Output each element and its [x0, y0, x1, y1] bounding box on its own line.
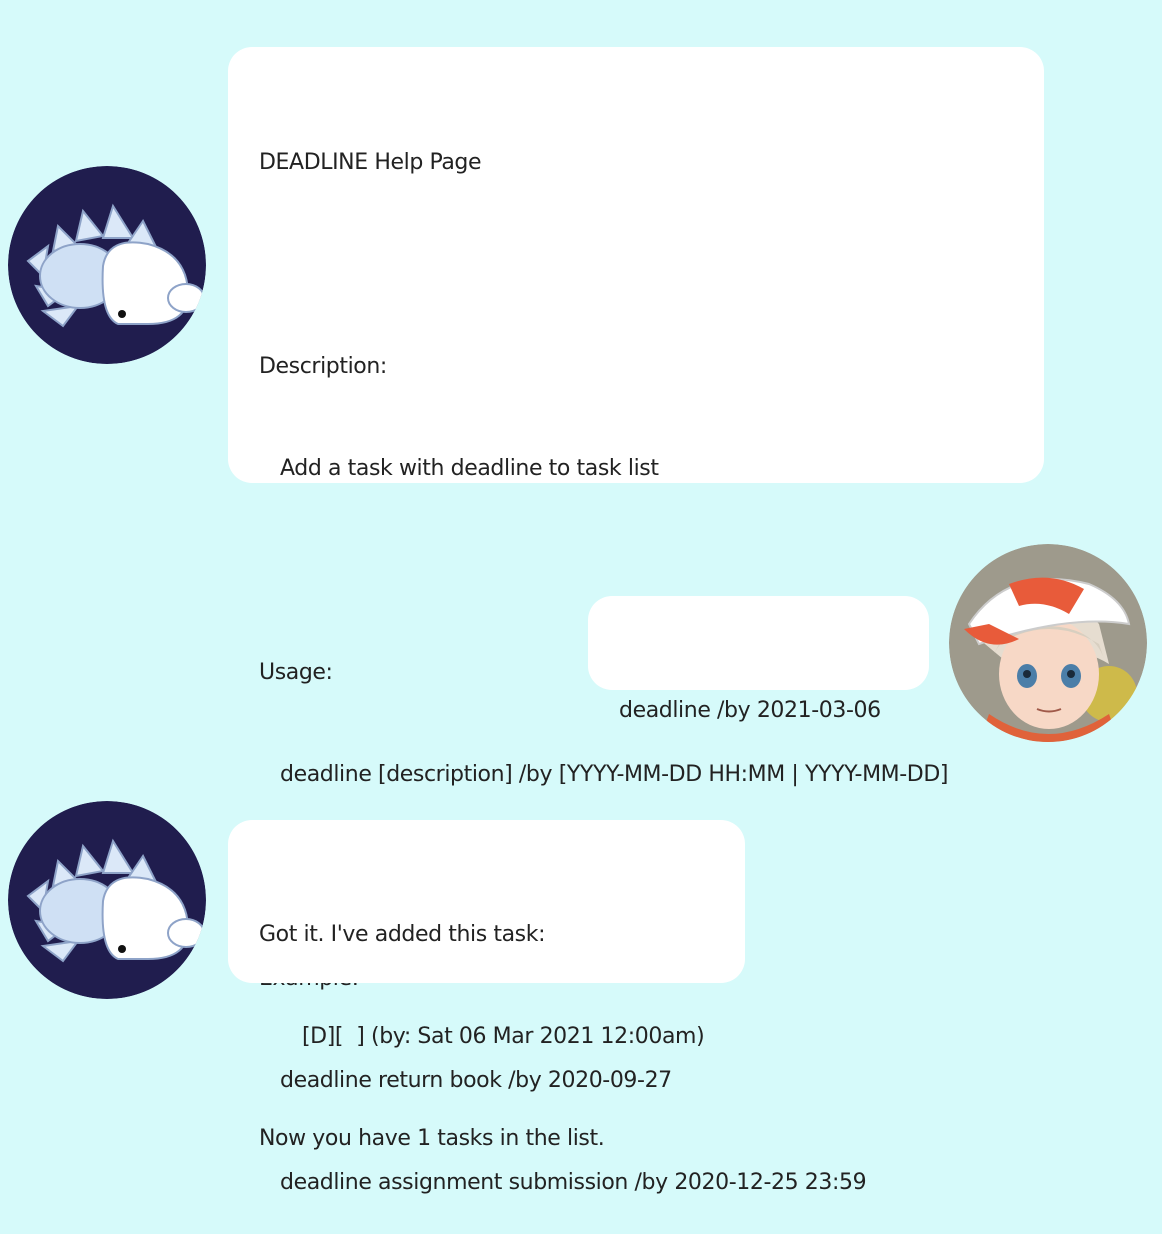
message-line: [D][ ] (by: Sat 06 Mar 2021 12:00am)	[302, 1024, 705, 1049]
message-line: Got it. I've added this task:	[259, 922, 546, 947]
message-line: Now you have 1 tasks in the list.	[259, 1126, 605, 1151]
trainer-icon	[949, 544, 1147, 742]
user-avatar	[949, 544, 1147, 742]
user-message-bubble: deadline /by 2021-03-06	[588, 596, 929, 723]
message-line: Add a task with deadline to task list	[280, 456, 659, 481]
snom-icon	[8, 166, 206, 364]
bot-message-bubble: DEADLINE Help Page Description: Add a ta…	[228, 47, 1044, 1195]
message-line: deadline assignment submission /by 2020-…	[280, 1170, 867, 1195]
message-line: deadline /by 2021-03-06	[619, 698, 881, 723]
message-line	[259, 248, 1044, 282]
snom-icon	[8, 801, 206, 999]
bot-avatar	[8, 801, 206, 999]
message-line	[259, 554, 1044, 588]
message-line: DEADLINE Help Page	[259, 150, 482, 175]
bot-avatar	[8, 166, 206, 364]
message-line: deadline return book /by 2020-09-27	[280, 1068, 672, 1093]
message-line: deadline [description] /by [YYYY-MM-DD H…	[280, 762, 949, 787]
message-line: Description:	[259, 354, 387, 379]
bot-message-bubble: Got it. I've added this task: [D][ ] (by…	[228, 820, 745, 1151]
